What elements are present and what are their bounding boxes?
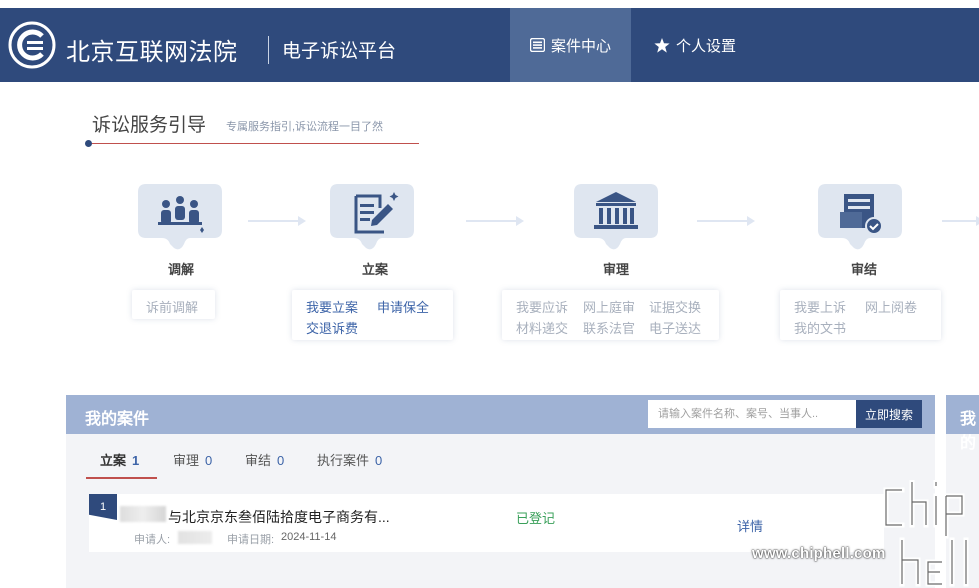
case-date: 2024-11-14 — [281, 531, 337, 543]
top-header: 北京互联网法院 电子诉讼平台 案件中心 个人设置 — [0, 8, 979, 82]
link-apply-preservation[interactable]: 申请保全 — [377, 297, 429, 316]
redacted-party-name — [120, 506, 166, 522]
nav-personal-settings-label: 个人设置 — [675, 37, 736, 55]
case-status: 已登记 — [516, 511, 556, 526]
link-contact-judge[interactable]: 联系法官 — [583, 318, 635, 337]
stage-label-concluded: 审结 — [850, 262, 877, 277]
case-applicant-label: 申请人: — [134, 534, 171, 546]
guide-subtitle: 专属服务指引,诉讼流程一目了然 — [226, 121, 384, 133]
link-appeal[interactable]: 我要上诉 — [794, 297, 846, 316]
link-electronic-service[interactable]: 电子送达 — [649, 318, 701, 337]
site-name[interactable]: 北京互联网法院 — [66, 32, 238, 67]
tab-enforcement-label: 执行案件 — [317, 453, 370, 468]
link-respond-suit[interactable]: 我要应诉 — [516, 297, 568, 316]
court-logo-icon[interactable] — [8, 21, 56, 69]
nav-case-center-label: 案件中心 — [550, 37, 611, 55]
link-my-documents[interactable]: 我的文书 — [794, 318, 846, 337]
flow-arrow — [248, 216, 306, 226]
link-submit-materials[interactable]: 材料递交 — [516, 318, 568, 337]
people-icon[interactable] — [130, 182, 230, 254]
tab-concluded-count: 0 — [277, 453, 285, 468]
chiphell-watermark-logo — [883, 480, 969, 587]
list-icon — [529, 38, 545, 52]
platform-name: 电子诉讼平台 — [282, 41, 397, 62]
nav-personal-settings[interactable]: 个人设置 — [640, 8, 750, 82]
stage-label-trial: 审理 — [602, 262, 629, 277]
stage-card-mediation: 诉前调解 — [132, 290, 215, 319]
tab-filing[interactable]: 立案 1 — [100, 450, 139, 469]
link-online-file-review[interactable]: 网上阅卷 — [865, 297, 917, 316]
case-date-label: 申请日期: — [227, 534, 275, 546]
flow-arrow — [466, 216, 524, 226]
tab-trial[interactable]: 审理 0 — [173, 450, 212, 469]
guide-title: 诉讼服务引导 — [92, 115, 207, 136]
case-name[interactable]: 与北京京东叁佰陆拾度电子商务有... — [168, 507, 390, 527]
link-pay-refund-fees[interactable]: 交退诉费 — [306, 318, 358, 337]
link-evidence-exchange[interactable]: 证据交换 — [649, 297, 701, 316]
tab-filing-count: 1 — [132, 453, 140, 468]
tab-trial-label: 审理 — [173, 453, 200, 468]
verified-document-icon[interactable] — [810, 182, 910, 254]
redacted-applicant — [178, 531, 212, 544]
header-divider — [268, 36, 269, 64]
case-search-input[interactable] — [648, 400, 856, 428]
tab-trial-count: 0 — [205, 453, 213, 468]
courthouse-icon[interactable] — [566, 182, 666, 254]
tab-enforcement-count: 0 — [375, 453, 383, 468]
stage-card-filing: 我要立案 申请保全 交退诉费 — [292, 290, 453, 340]
flow-arrow — [697, 216, 755, 226]
right-panel-title: 我的 — [960, 411, 977, 452]
link-file-case[interactable]: 我要立案 — [306, 297, 358, 316]
stage-label-mediation: 调解 — [167, 262, 194, 277]
search-button[interactable]: 立即搜索 — [856, 400, 922, 428]
stage-card-concluded: 我要上诉 网上阅卷 我的文书 — [780, 290, 941, 340]
document-edit-icon[interactable] — [322, 182, 422, 254]
tab-filing-label: 立案 — [100, 453, 127, 468]
guide-dot — [85, 140, 92, 147]
my-cases-title: 我的案件 — [85, 411, 150, 428]
link-pre-litigation-mediation[interactable]: 诉前调解 — [146, 297, 198, 316]
star-icon — [654, 37, 670, 53]
watermark-url: www.chiphell.com — [752, 545, 886, 562]
tab-concluded[interactable]: 审结 0 — [245, 450, 284, 469]
active-tab-underline — [86, 477, 157, 479]
flow-arrow — [942, 216, 979, 226]
top-strip — [0, 0, 979, 8]
link-online-trial[interactable]: 网上庭审 — [583, 297, 635, 316]
tab-concluded-label: 审结 — [245, 453, 272, 468]
guide-underline — [88, 143, 419, 144]
stage-label-filing: 立案 — [361, 262, 388, 277]
nav-case-center[interactable]: 案件中心 — [510, 8, 631, 82]
stage-card-trial: 我要应诉 网上庭审 证据交换 材料递交 联系法官 电子送达 — [502, 290, 719, 340]
tab-enforcement[interactable]: 执行案件 0 — [317, 450, 382, 469]
